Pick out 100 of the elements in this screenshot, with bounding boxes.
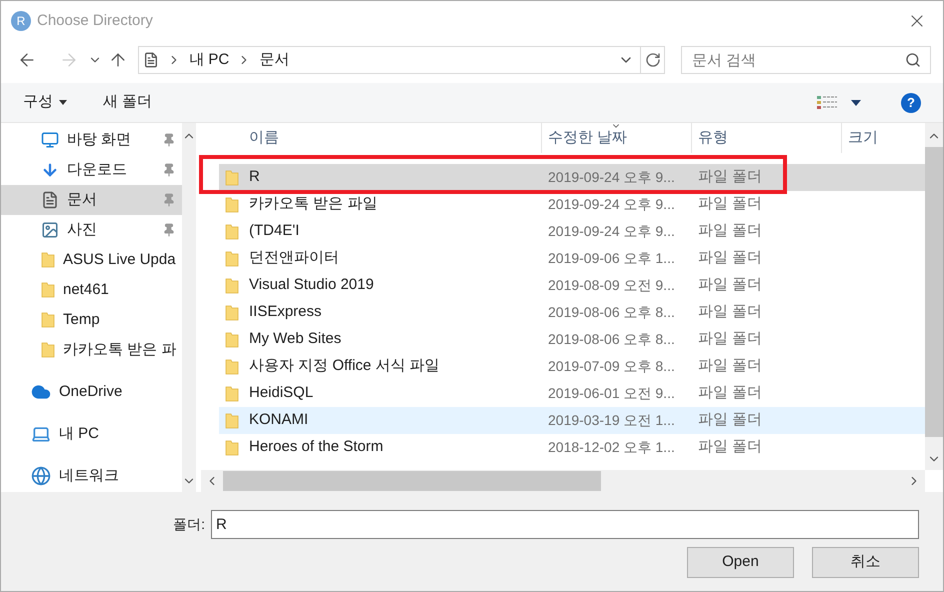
sidebar-item[interactable]: 다운로드 xyxy=(1,155,182,185)
sidebar-label: 네트워크 xyxy=(59,466,120,486)
file-name: My Web Sites xyxy=(249,329,342,350)
caret-icon xyxy=(59,100,67,105)
folder-icon xyxy=(225,358,239,376)
file-type: 파일 폴더 xyxy=(697,221,764,242)
folder-icon xyxy=(225,168,239,186)
folder-icon xyxy=(225,196,239,214)
scrollbar-thumb[interactable] xyxy=(223,471,601,491)
column-header[interactable]: 수정한 날짜 xyxy=(541,123,691,153)
file-row[interactable]: R 2019-09-24 오후 9... 파일 폴더 xyxy=(219,164,925,191)
refresh-icon xyxy=(644,52,661,68)
scrollbar-thumb[interactable] xyxy=(925,147,943,437)
sidebar-item[interactable]: 문서 xyxy=(1,185,182,215)
window-title: Choose Directory xyxy=(37,10,153,31)
file-row[interactable]: Heroes of the Storm 2018-12-02 오후 1... 파일 폴더 xyxy=(219,434,925,461)
vertical-scrollbar[interactable] xyxy=(925,123,943,470)
file-row[interactable]: My Web Sites 2019-08-06 오후 8... 파일 폴더 xyxy=(219,326,925,353)
vertical-scrollbar[interactable] xyxy=(182,123,196,492)
file-row[interactable]: 카카오톡 받은 파일 2019-09-24 오후 9... 파일 폴더 xyxy=(219,191,925,218)
search-icon xyxy=(905,52,922,68)
sidebar-item[interactable]: Temp xyxy=(1,305,182,335)
column-header[interactable]: 크기 xyxy=(841,123,921,153)
file-name: HeidiSQL xyxy=(249,383,314,404)
modified-date: 2019-08-09 오전 9... xyxy=(547,276,676,295)
folder-icon xyxy=(41,311,55,329)
folder-name-field[interactable]: R xyxy=(211,510,919,539)
sidebar-label: 사진 xyxy=(67,220,98,240)
folder-icon xyxy=(225,304,239,322)
file-row[interactable]: 사용자 지정 Office 서식 파일 2019-07-09 오후 8... 파일 폴더 xyxy=(219,353,925,380)
breadcrumb-item[interactable]: 문서 xyxy=(259,48,290,72)
file-row[interactable]: HeidiSQL 2019-06-01 오전 9... 파일 폴더 xyxy=(219,380,925,407)
file-row[interactable]: (TD4E'I 2019-09-24 오후 9... 파일 폴더 xyxy=(219,218,925,245)
file-type: 파일 폴더 xyxy=(697,383,764,404)
organize-button[interactable]: 구성 xyxy=(23,91,67,114)
folder-icon xyxy=(225,438,239,456)
sidebar-label: 바탕 화면 xyxy=(67,130,132,150)
sidebar-item[interactable]: 바탕 화면 xyxy=(1,125,182,155)
folder-icon xyxy=(41,281,55,299)
file-row[interactable]: Visual Studio 2019 2019-08-09 오전 9... 파일 폴더 xyxy=(219,272,925,299)
app-logo: R xyxy=(11,11,31,31)
file-type: 파일 폴더 xyxy=(697,437,764,458)
file-name: 카카오톡 받은 파일 xyxy=(249,194,378,214)
open-button[interactable]: Open xyxy=(687,547,794,578)
sidebar-item[interactable]: OneDrive xyxy=(1,377,182,407)
sidebar-label: 문서 xyxy=(67,190,98,210)
folder-icon xyxy=(225,222,239,240)
sidebar-label: 다운로드 xyxy=(67,160,128,180)
column-header[interactable]: 유형 xyxy=(691,123,841,153)
address-bar[interactable]: 내 PC 문서 xyxy=(138,46,666,74)
file-type: 파일 폴더 xyxy=(697,302,764,322)
modified-date: 2019-03-19 오전 1... xyxy=(547,411,676,430)
breadcrumb-item[interactable]: 내 PC xyxy=(189,48,230,72)
file-type: 파일 폴더 xyxy=(697,275,764,296)
file-name: KONAMI xyxy=(249,410,308,430)
folder-icon xyxy=(225,276,239,294)
sidebar-label: Temp xyxy=(63,310,101,330)
sidebar-item[interactable]: 내 PC xyxy=(1,419,182,449)
file-row[interactable]: KONAMI 2019-03-19 오전 1... 파일 폴더 xyxy=(219,407,925,434)
sidebar-label: net461 xyxy=(63,280,110,300)
sidebar-item[interactable]: 네트워크 xyxy=(1,461,182,491)
file-type: 파일 폴더 xyxy=(697,194,764,214)
network-icon xyxy=(31,466,51,486)
sidebar-item[interactable]: 카카오톡 받은 파 xyxy=(1,335,182,365)
file-name: R xyxy=(249,167,260,188)
file-name: Heroes of the Storm xyxy=(249,437,384,458)
sidebar-item[interactable]: ASUS Live Upda xyxy=(1,245,182,275)
desktop-icon xyxy=(41,131,59,149)
new-folder-button[interactable]: 새 폴더 xyxy=(103,91,152,114)
help-button[interactable]: ? xyxy=(901,92,921,112)
file-type: 파일 폴더 xyxy=(697,329,764,350)
modified-date: 2018-12-02 오후 1... xyxy=(547,438,676,457)
file-type: 파일 폴더 xyxy=(697,410,764,430)
modified-date: 2019-07-09 오후 8... xyxy=(547,357,676,376)
download-icon xyxy=(41,161,59,179)
sidebar-item[interactable]: 사진 xyxy=(1,215,182,245)
folder-label: 폴더: xyxy=(173,515,205,534)
cancel-button[interactable]: 취소 xyxy=(812,547,919,578)
modified-date: 2019-09-24 오후 9... xyxy=(547,168,676,187)
sidebar-label: OneDrive xyxy=(59,382,124,402)
sidebar-item[interactable]: net461 xyxy=(1,275,182,305)
picture-icon xyxy=(41,221,59,239)
file-type: 파일 폴더 xyxy=(697,167,764,188)
details-view-icon xyxy=(817,94,837,110)
file-row[interactable]: 던전앤파이터 2019-09-06 오후 1... 파일 폴더 xyxy=(219,245,925,272)
file-name: 던전앤파이터 xyxy=(249,248,339,268)
column-header[interactable]: 이름 xyxy=(219,123,541,153)
folder-icon xyxy=(225,330,239,348)
modified-date: 2019-09-24 오후 9... xyxy=(547,222,676,241)
view-options-button[interactable] xyxy=(817,94,861,110)
search-field[interactable]: 문서 검색 xyxy=(681,46,932,74)
folder-icon xyxy=(41,251,55,269)
folder-icon xyxy=(41,341,55,359)
sidebar-label: 내 PC xyxy=(59,424,100,444)
modified-date: 2019-08-06 오후 8... xyxy=(547,303,676,322)
folder-icon xyxy=(225,250,239,268)
horizontal-scrollbar[interactable] xyxy=(201,470,925,492)
file-row[interactable]: IISExpress 2019-08-06 오후 8... 파일 폴더 xyxy=(219,299,925,326)
file-name: IISExpress xyxy=(249,302,322,322)
sidebar-label: ASUS Live Upda xyxy=(63,250,176,270)
